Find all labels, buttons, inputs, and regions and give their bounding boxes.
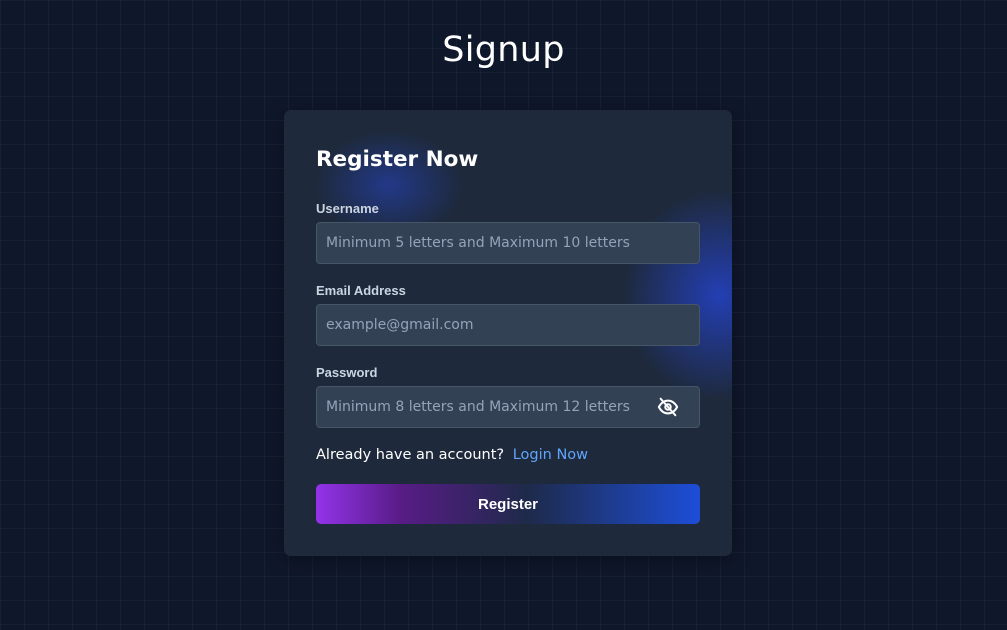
login-prompt-text: Already have an account? [316,447,505,463]
login-prompt: Already have an account? Login Now [316,447,588,463]
page-title: Signup [442,30,565,70]
username-input[interactable] [316,222,700,264]
form-heading: Register Now [316,147,479,172]
glow-decoration-right [614,180,732,410]
password-input[interactable] [316,386,700,428]
register-card: Register Now Username Email Address Pass… [284,110,732,556]
email-label: Email Address [316,283,406,298]
register-button[interactable]: Register [316,484,700,524]
password-label: Password [316,365,378,380]
login-link[interactable]: Login Now [513,447,588,463]
username-label: Username [316,201,379,216]
eye-slash-icon[interactable] [656,395,680,419]
email-input[interactable] [316,304,700,346]
